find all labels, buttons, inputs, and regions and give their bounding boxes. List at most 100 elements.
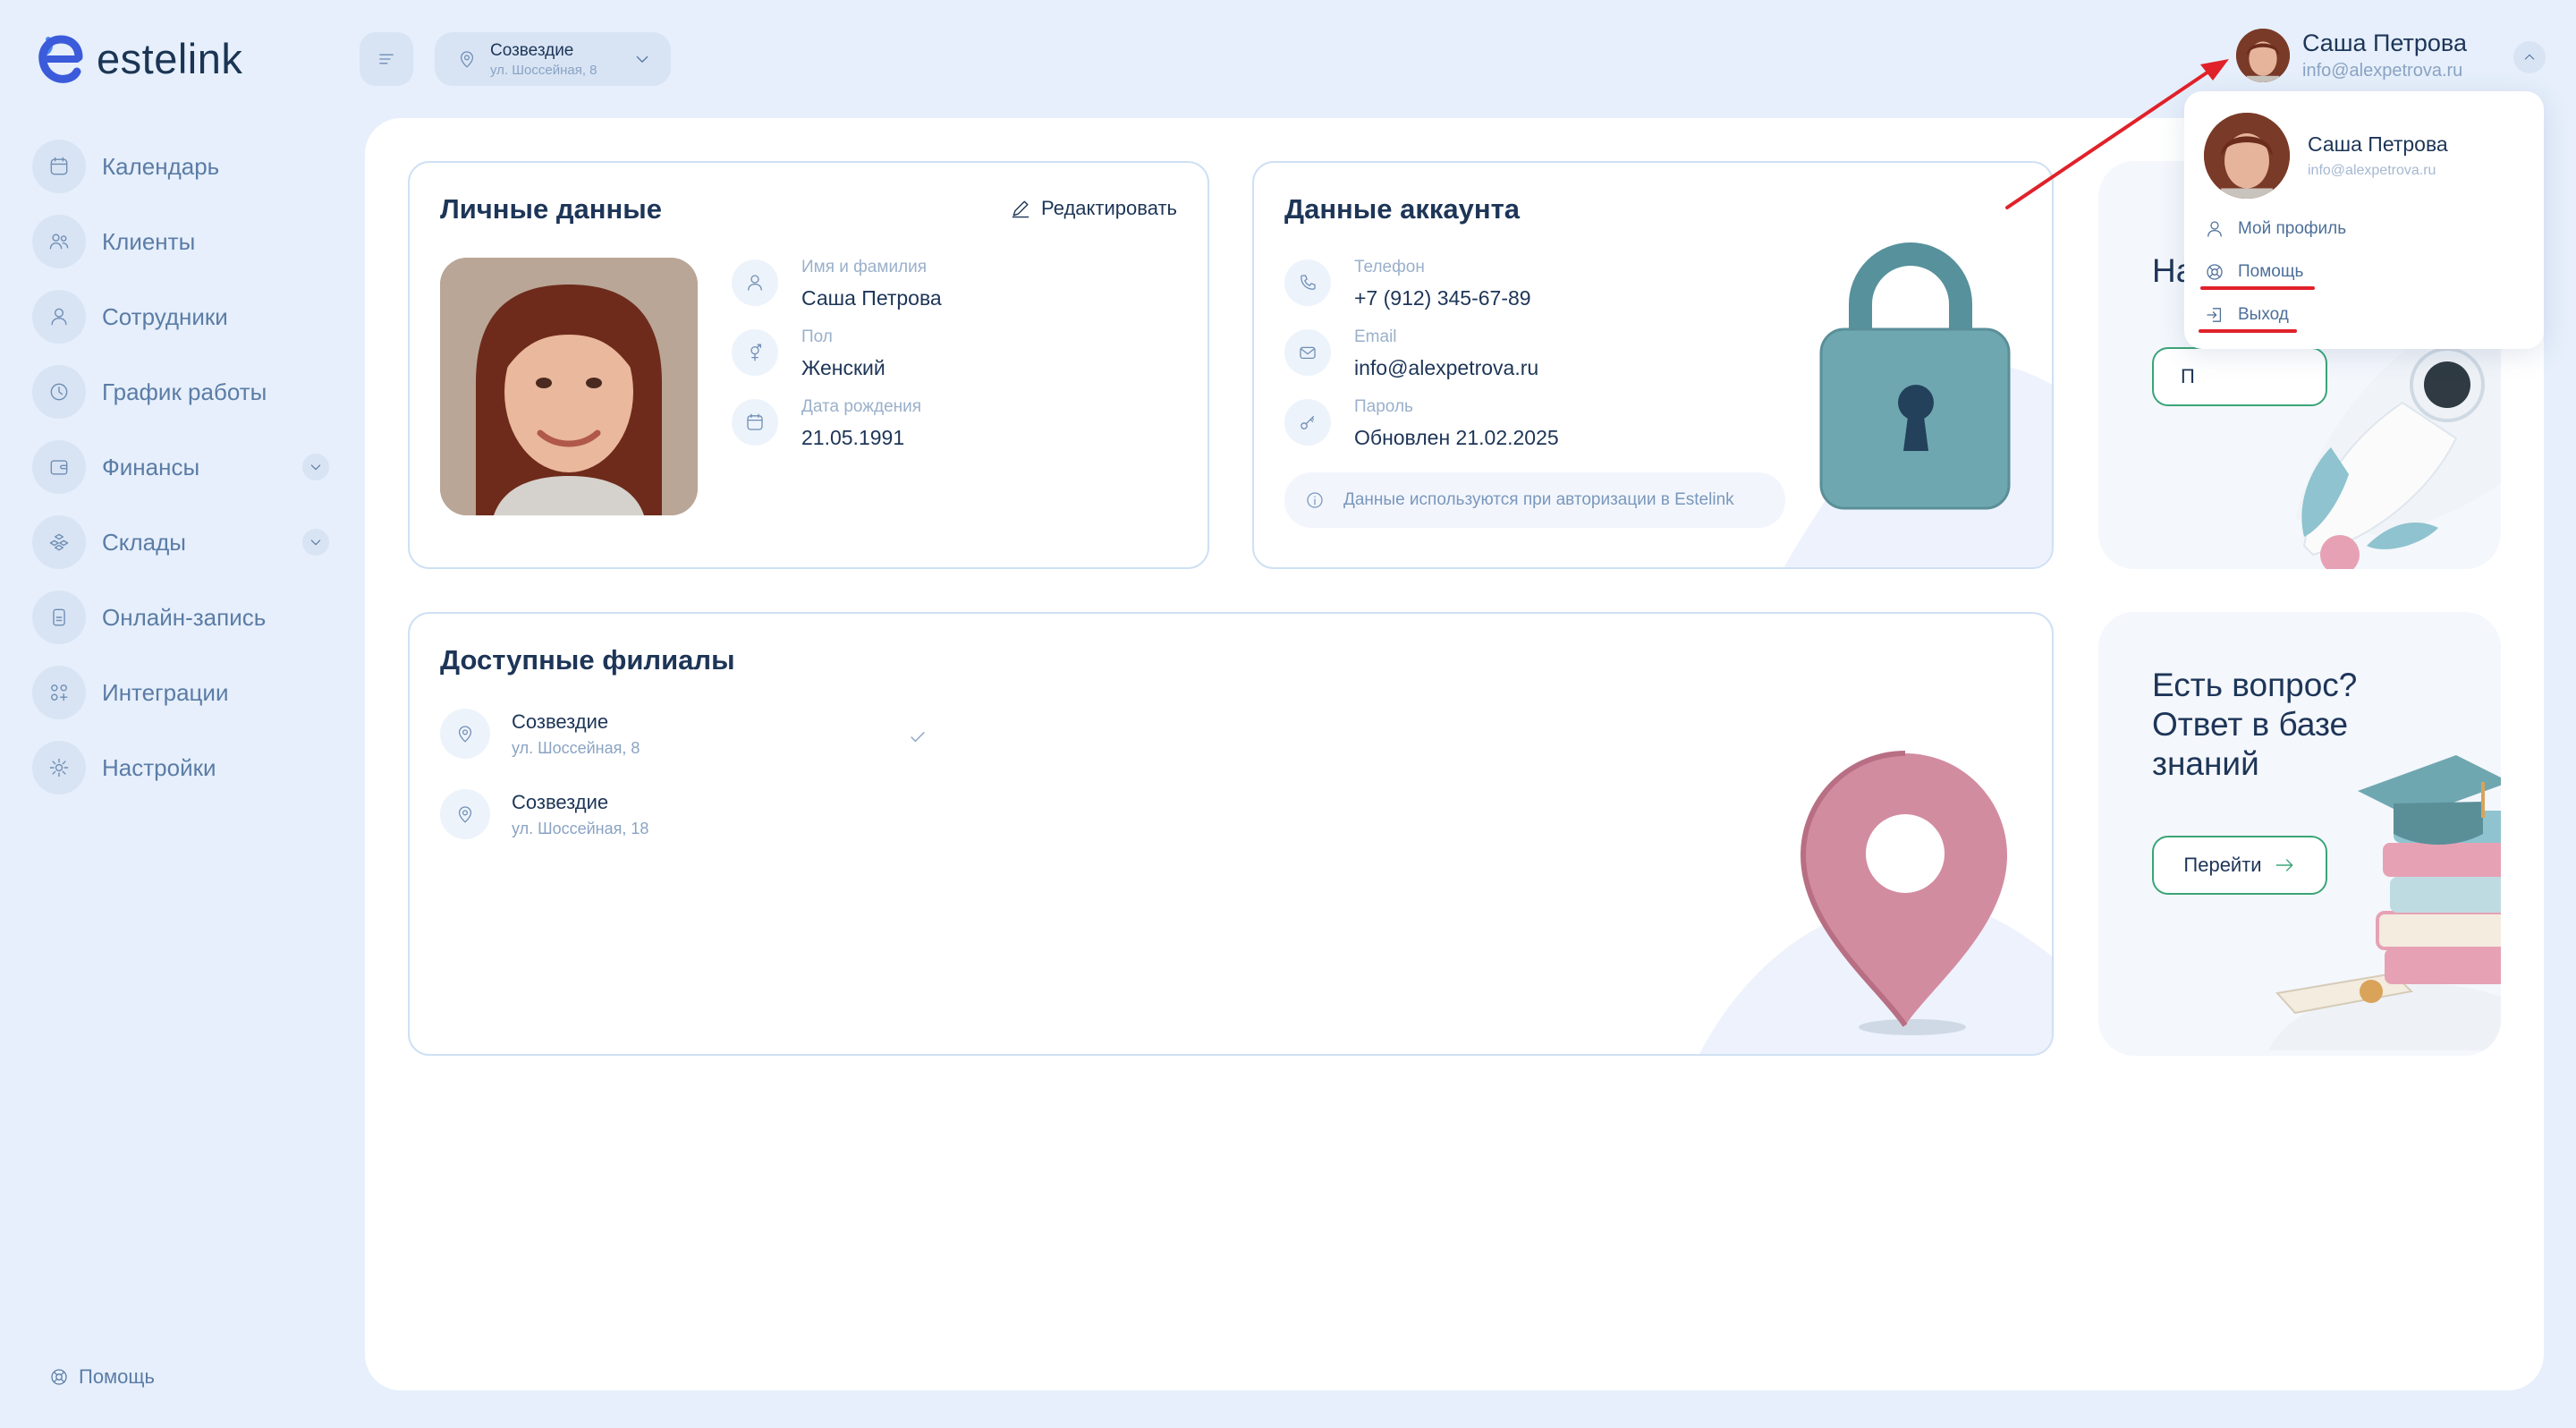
key-icon bbox=[1284, 399, 1331, 446]
promo-top-button[interactable]: П bbox=[2152, 347, 2327, 406]
app-name: estelink bbox=[97, 34, 243, 82]
pencil-icon bbox=[1012, 200, 1030, 218]
field-label: Дата рождения bbox=[801, 397, 922, 416]
branches-card: Доступные филиалы Созвездие ул. Шоссейна… bbox=[408, 612, 2054, 1056]
field-label: Пол bbox=[801, 327, 833, 346]
gender-icon bbox=[732, 329, 778, 376]
branch-address: ул. Шоссейная, 18 bbox=[512, 819, 649, 837]
field-text: Имя и фамилия Саша Петрова bbox=[801, 258, 942, 310]
location-pin-icon bbox=[440, 709, 490, 759]
sidebar-item-label: Финансы bbox=[102, 453, 200, 480]
sidebar-item-settings[interactable]: Настройки bbox=[32, 741, 329, 795]
user-icon bbox=[32, 290, 86, 344]
field-birth-date: Дата рождения 21.05.1991 bbox=[732, 397, 921, 450]
branch-address: ул. Шоссейная, 8 bbox=[512, 738, 640, 757]
sidebar-item-integrations[interactable]: Интеграции bbox=[32, 666, 329, 719]
field-phone: Телефон +7 (912) 345-67-89 bbox=[1284, 258, 1531, 310]
lifebuoy-icon bbox=[51, 1369, 67, 1385]
sidebar-item-label: Клиенты bbox=[102, 227, 196, 255]
location-pin-icon bbox=[440, 789, 490, 839]
branch-name: Созвездие bbox=[512, 710, 609, 733]
card-title: Данные аккаунта bbox=[1284, 193, 1521, 225]
users-icon bbox=[32, 215, 86, 268]
user-icon bbox=[732, 259, 778, 306]
app-logo[interactable]: estelink bbox=[32, 30, 242, 86]
chevron-down-icon[interactable] bbox=[302, 529, 329, 556]
calendar-icon bbox=[32, 140, 86, 193]
sidebar-item-label: Онлайн-запись bbox=[102, 603, 267, 631]
auth-note-text: Данные используются при авторизации в Es… bbox=[1343, 490, 1734, 509]
menu-toggle-button[interactable] bbox=[360, 32, 413, 86]
lifebuoy-icon bbox=[2207, 264, 2223, 280]
menu-icon bbox=[379, 54, 394, 64]
field-value: 21.05.1991 bbox=[801, 426, 905, 449]
field-text: Дата рождения 21.05.1991 bbox=[801, 397, 921, 450]
phone-icon bbox=[32, 591, 86, 644]
sidebar-item-label: Склады bbox=[102, 528, 186, 556]
menu-item-label: Помощь bbox=[2238, 262, 2304, 281]
sidebar-item-label: Сотрудники bbox=[102, 302, 228, 330]
sidebar-item-online-booking[interactable]: Онлайн-запись bbox=[32, 591, 329, 644]
branch-row[interactable]: Созвездие ул. Шоссейная, 18 bbox=[440, 789, 648, 839]
branch-selector[interactable]: Созвездие ул. Шоссейная, 8 bbox=[435, 32, 671, 86]
branch-row[interactable]: Созвездие ул. Шоссейная, 8 bbox=[440, 709, 640, 759]
grid-plus-icon bbox=[32, 666, 86, 719]
annotation-arrow bbox=[2005, 59, 2229, 209]
field-gender: Пол Женский bbox=[732, 327, 886, 380]
menu-item-my-profile[interactable]: Мой профиль bbox=[2204, 218, 2346, 240]
sidebar-item-label: Настройки bbox=[102, 753, 216, 781]
chevron-down-icon[interactable] bbox=[302, 454, 329, 480]
boxes-icon bbox=[32, 515, 86, 569]
field-text: Телефон +7 (912) 345-67-89 bbox=[1354, 258, 1531, 310]
check-icon bbox=[911, 732, 925, 743]
branch-text: Созвездие ул. Шоссейная, 8 bbox=[512, 710, 640, 758]
logout-icon bbox=[2207, 308, 2222, 322]
user-email: info@alexpetrova.ru bbox=[2302, 61, 2463, 81]
field-password: Пароль Обновлен 21.02.2025 bbox=[1284, 397, 1559, 450]
sidebar-help-link[interactable]: Помощь bbox=[48, 1365, 155, 1389]
sidebar-item-staff[interactable]: Сотрудники bbox=[32, 290, 329, 344]
user-menu-trigger[interactable]: Саша Петрова info@alexpetrova.ru bbox=[2236, 29, 2467, 82]
user-name: Саша Петрова bbox=[2302, 30, 2467, 56]
field-label: Пароль bbox=[1354, 397, 1413, 416]
edit-button[interactable]: Редактировать bbox=[1009, 197, 1177, 220]
field-value: info@alexpetrova.ru bbox=[1354, 356, 1539, 379]
field-value: +7 (912) 345-67-89 bbox=[1354, 286, 1531, 310]
sidebar-item-calendar[interactable]: Календарь bbox=[32, 140, 329, 193]
dropdown-user-email: info@alexpetrova.ru bbox=[2308, 163, 2436, 178]
clock-icon bbox=[32, 365, 86, 419]
sidebar-item-warehouses[interactable]: Склады bbox=[32, 515, 329, 569]
profile-photo bbox=[440, 258, 698, 515]
field-label: Имя и фамилия bbox=[801, 258, 928, 276]
account-data-card: Данные аккаунта Телефон +7 (912) 345-67-… bbox=[1252, 161, 2054, 569]
arrow-right-icon bbox=[2275, 859, 2292, 871]
sidebar-item-schedule[interactable]: График работы bbox=[32, 365, 329, 419]
menu-item-logout[interactable]: Выход bbox=[2204, 304, 2289, 326]
knowledge-base-title: Есть вопрос? Ответ в базе знаний bbox=[2152, 667, 2358, 782]
auth-info-note: Данные используются при авторизации в Es… bbox=[1284, 472, 1785, 528]
go-button[interactable]: Перейти bbox=[2152, 836, 2327, 895]
field-email: Email info@alexpetrova.ru bbox=[1284, 327, 1539, 380]
info-icon bbox=[1307, 492, 1323, 508]
menu-item-label: Мой профиль bbox=[2238, 219, 2347, 238]
field-label: Email bbox=[1354, 327, 1397, 346]
logo-mark-icon bbox=[38, 35, 83, 83]
chevron-down-icon bbox=[636, 55, 648, 63]
field-full-name: Имя и фамилия Саша Петрова bbox=[732, 258, 942, 310]
mail-icon bbox=[1284, 329, 1331, 376]
dropdown-user-name: Саша Петрова bbox=[2308, 132, 2448, 156]
edit-label: Редактировать bbox=[1041, 197, 1177, 219]
phone-icon bbox=[1284, 259, 1331, 306]
user-menu-toggle[interactable] bbox=[2513, 41, 2546, 73]
sidebar-item-clients[interactable]: Клиенты bbox=[32, 215, 329, 268]
sidebar-item-finance[interactable]: Финансы bbox=[32, 440, 329, 494]
field-value: Саша Петрова bbox=[801, 286, 942, 310]
promo-top-button-fragment: П bbox=[2181, 365, 2195, 387]
go-button-label: Перейти bbox=[2183, 854, 2262, 876]
location-pin-illustration bbox=[1699, 751, 2052, 1054]
branch-address: ул. Шоссейная, 8 bbox=[490, 62, 597, 78]
personal-data-card: Личные данные Редактировать Имя и фамили… bbox=[408, 161, 1209, 569]
card-title: Личные данные bbox=[440, 193, 662, 225]
branch-name: Созвездие bbox=[512, 790, 609, 813]
menu-item-help[interactable]: Помощь bbox=[2204, 261, 2303, 283]
